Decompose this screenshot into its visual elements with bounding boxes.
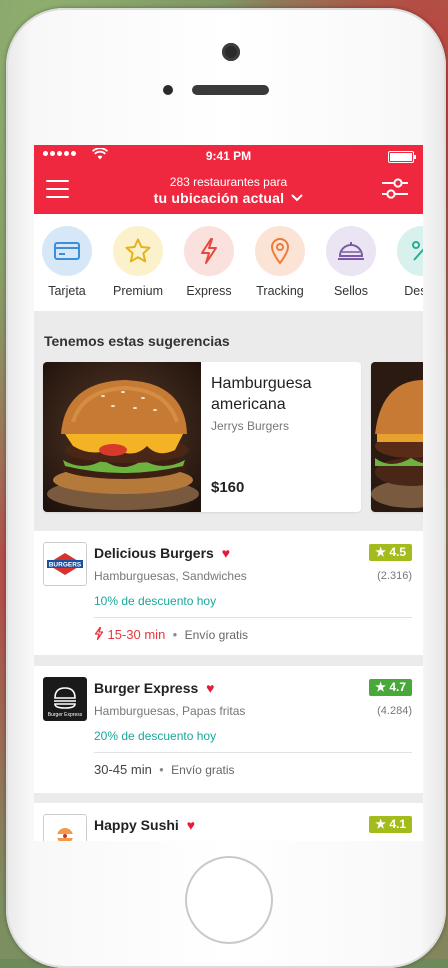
category-label: Tarjeta: [48, 284, 86, 298]
proximity-sensor: [163, 85, 173, 95]
cloche-icon: [326, 226, 376, 276]
pin-icon: [255, 226, 305, 276]
restaurant-logo: Burger Express: [43, 677, 87, 721]
rating-value: 4.5: [389, 545, 406, 559]
rating-badge: ★ 4.7: [369, 679, 412, 696]
heart-icon[interactable]: ♥: [187, 817, 195, 833]
restaurant-name: Delicious Burgers: [94, 545, 214, 561]
rating-badge: ★ 4.5: [369, 544, 412, 561]
star-icon: ★: [375, 545, 386, 559]
suggestion-price: $160: [211, 479, 245, 496]
front-camera: [222, 43, 240, 61]
restaurant-card[interactable]: Burger Express Burger Express ♥ Hamburgu…: [34, 666, 423, 793]
location-selector[interactable]: tu ubicación actual: [34, 190, 423, 206]
burger-photo: [43, 362, 201, 512]
rating-value: 4.7: [389, 680, 406, 694]
category-bar: Tarjeta Premium Express Tracking Sellos: [34, 214, 423, 311]
restaurant-name-row: Delicious Burgers ♥: [94, 545, 230, 561]
filter-icon[interactable]: [381, 178, 409, 200]
suggestion-card-next[interactable]: [371, 362, 423, 512]
svg-text:BURGERS: BURGERS: [49, 562, 82, 569]
rating-badge: ★ 4.1: [369, 816, 412, 833]
burger-photo: [371, 362, 423, 512]
svg-text:Burger Express: Burger Express: [48, 712, 83, 718]
shipping-info: Envío gratis: [171, 763, 235, 777]
status-bar: 9:41 PM: [34, 145, 423, 167]
review-count: (4.284): [377, 705, 412, 717]
category-label: Descu: [404, 284, 423, 298]
delivery-time: 30-45 min: [94, 762, 152, 777]
star-icon: ★: [375, 817, 386, 831]
status-time: 9:41 PM: [205, 149, 252, 163]
restaurant-name-row: Happy Sushi ♥: [94, 817, 195, 833]
category-premium[interactable]: Premium: [102, 226, 174, 298]
restaurant-name: Happy Sushi: [94, 817, 179, 833]
restaurant-name: Burger Express: [94, 680, 199, 696]
percent-icon: [397, 226, 423, 276]
restaurant-categories: Hamburguesas, Papas fritas: [94, 704, 246, 718]
delivery-info: 15-30 min • Envío gratis: [94, 626, 249, 642]
bolt-icon: [184, 226, 234, 276]
restaurant-count: 283 restaurantes para: [169, 175, 288, 189]
suggestion-restaurant: Jerrys Burgers: [211, 419, 290, 433]
separator-dot: •: [172, 628, 178, 642]
rating-value: 4.1: [389, 817, 406, 831]
separator-dot: •: [159, 763, 164, 777]
heart-icon[interactable]: ♥: [206, 680, 214, 696]
restaurant-categories: Hamburguesas, Sandwiches: [94, 569, 247, 583]
card-icon: [42, 226, 92, 276]
suggestion-card[interactable]: Hamburguesa americana Jerrys Burgers $16…: [43, 362, 361, 512]
restaurant-name-row: Burger Express ♥: [94, 680, 214, 696]
heart-icon[interactable]: ♥: [222, 545, 230, 561]
location-label: tu ubicación actual: [153, 190, 285, 206]
suggestions-heading: Tenemos estas sugerencias: [44, 333, 230, 349]
divider: [94, 617, 412, 618]
category-label: Tracking: [256, 284, 304, 298]
star-icon: ★: [375, 680, 386, 694]
restaurant-logo: [43, 814, 87, 841]
home-button[interactable]: [185, 856, 273, 944]
restaurant-card[interactable]: BURGERS Delicious Burgers ♥ Hamburguesas…: [34, 531, 423, 655]
restaurant-discount: 10% de descuento hoy: [94, 594, 217, 608]
chevron-down-icon: [291, 194, 303, 202]
bolt-icon: [94, 626, 104, 641]
review-count: (2.316): [377, 570, 412, 582]
star-icon: [113, 226, 163, 276]
category-tracking[interactable]: Tracking: [244, 226, 316, 298]
category-sellos[interactable]: Sellos: [315, 226, 387, 298]
category-label: Sellos: [333, 284, 369, 298]
divider: [94, 752, 412, 753]
category-tarjeta[interactable]: Tarjeta: [34, 226, 103, 298]
category-descuentos[interactable]: Descu: [386, 226, 423, 298]
category-label: Express: [186, 284, 232, 298]
restaurant-discount: 20% de descuento hoy: [94, 729, 217, 743]
earpiece-speaker: [192, 85, 269, 95]
delivery-time: 15-30 min: [107, 627, 166, 642]
category-label: Premium: [112, 284, 163, 298]
shipping-info: Envío gratis: [184, 628, 249, 642]
app-screen: 9:41 PM 283 restaurantes para tu ubicaci…: [34, 145, 423, 841]
top-bar: 9:41 PM 283 restaurantes para tu ubicaci…: [34, 145, 423, 214]
suggestion-name: Hamburguesa americana: [211, 375, 312, 413]
category-express[interactable]: Express: [173, 226, 245, 298]
battery-icon: [388, 151, 416, 163]
restaurant-card[interactable]: Happy Sushi ♥ ★ 4.1: [34, 803, 423, 841]
delivery-info: 30-45 min • Envío gratis: [94, 762, 235, 777]
restaurant-logo: BURGERS: [43, 542, 87, 586]
